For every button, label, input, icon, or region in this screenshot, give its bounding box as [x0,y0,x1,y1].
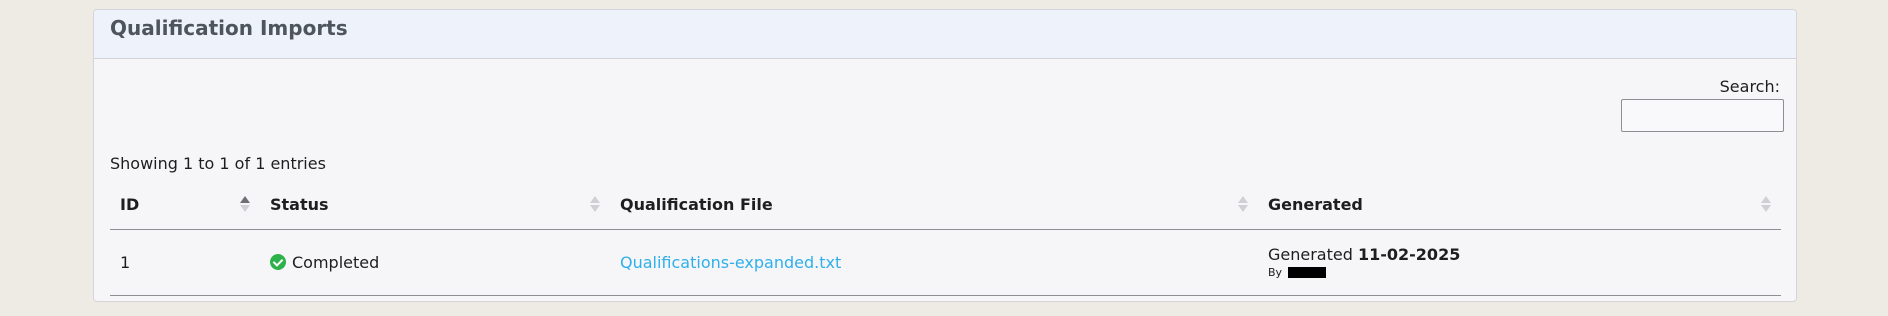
column-header-status[interactable]: Status [260,180,610,230]
column-header-generated[interactable]: Generated [1258,180,1781,230]
table-header-row: ID Status Qualification File Generated [110,180,1781,230]
check-circle-icon [270,254,286,270]
table-info: Showing 1 to 1 of 1 entries [110,154,326,173]
sort-icon [1761,195,1771,213]
column-header-label: Generated [1268,194,1363,214]
generated-date: 11-02-2025 [1357,245,1461,264]
imports-table: ID Status Qualification File Generated 1… [110,180,1781,296]
sort-icon [1238,195,1248,213]
search-input[interactable] [1621,99,1784,132]
panel-header: Qualification Imports [94,10,1796,59]
sort-ascending-icon [240,195,250,213]
cell-file: Qualifications-expanded.txt [610,229,1258,296]
panel-title: Qualification Imports [110,16,348,40]
column-header-label: Status [270,194,329,214]
generated-prefix: Generated [1268,245,1353,264]
table-row: 1 Completed Qualifications-expanded.txt … [110,229,1781,296]
cell-status: Completed [260,229,610,296]
column-header-id[interactable]: ID [110,180,260,230]
by-label: By [1268,266,1283,279]
cell-generated: Generated 11-02-2025 By [1258,229,1781,296]
sort-icon [590,195,600,213]
qualification-file-link[interactable]: Qualifications-expanded.txt [620,253,841,272]
column-header-qualification-file[interactable]: Qualification File [610,180,1258,230]
cell-id: 1 [110,229,260,296]
qualification-imports-panel: Qualification Imports Search: Showing 1 … [93,9,1797,302]
column-header-label: ID [120,194,140,214]
column-header-label: Qualification File [620,194,773,214]
status-text: Completed [292,252,380,272]
search-label: Search: [1719,77,1780,96]
redacted-user [1288,267,1327,278]
